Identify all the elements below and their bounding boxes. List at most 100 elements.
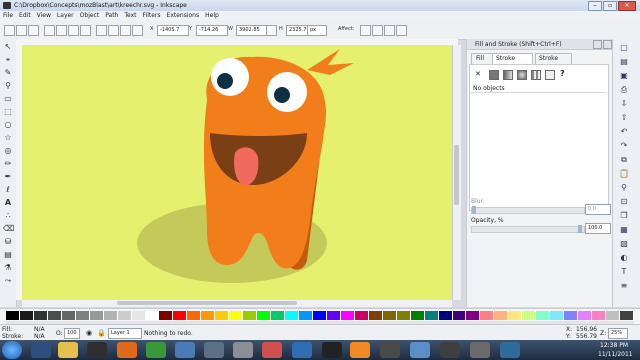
save-icon[interactable]: ▣ (619, 71, 629, 81)
palette-swatch[interactable] (508, 311, 523, 320)
taskbar-media-icon[interactable] (87, 342, 107, 358)
flip-vertical-icon[interactable] (80, 25, 91, 36)
palette-swatch[interactable] (243, 311, 258, 320)
y-field[interactable]: -714.26 (196, 25, 228, 36)
no-paint-icon[interactable]: ✕ (475, 70, 481, 78)
taskbar-app-icon[interactable] (175, 342, 195, 358)
palette-swatch[interactable] (550, 311, 565, 320)
palette-swatch[interactable] (326, 311, 341, 320)
taskbar-firefox-icon[interactable] (117, 342, 137, 358)
3d-box-tool-icon[interactable]: ⬚ (3, 107, 13, 117)
minimize-icon[interactable]: ‒ (588, 1, 602, 11)
radial-gradient-icon[interactable] (517, 70, 527, 80)
pencil-tool-icon[interactable]: ✏ (3, 159, 13, 169)
taskbar-app3-icon[interactable] (233, 342, 253, 358)
vertical-scrollbar[interactable] (452, 45, 461, 300)
taskbar-app4-icon[interactable] (262, 342, 282, 358)
palette-swatch[interactable] (410, 311, 425, 320)
flat-color-icon[interactable] (489, 70, 499, 80)
palette-swatch[interactable] (452, 311, 467, 320)
w-field[interactable]: 3902.85 (236, 25, 268, 36)
menu-object[interactable]: Object (77, 11, 103, 21)
opacity-field[interactable]: 100.0 (585, 223, 611, 234)
palette-swatch[interactable] (103, 311, 118, 320)
pattern-icon[interactable] (531, 70, 541, 80)
palette-swatch[interactable] (438, 311, 453, 320)
blur-slider-handle[interactable] (472, 206, 476, 214)
raise-to-top-icon[interactable] (96, 25, 107, 36)
swatch-icon[interactable] (545, 70, 555, 80)
zoom-tool-icon[interactable]: ⚲ (3, 81, 13, 91)
lower-to-bottom-icon[interactable] (132, 25, 143, 36)
connector-tool-icon[interactable]: ⤳ (3, 276, 13, 286)
menu-filters[interactable]: Filters (140, 11, 164, 21)
palette-swatch[interactable] (173, 311, 188, 320)
palette-swatch[interactable] (299, 311, 313, 320)
copy-icon[interactable]: ⧉ (619, 155, 629, 165)
tweak-tool-icon[interactable]: ✎ (3, 68, 13, 78)
taskbar-app8-icon[interactable] (440, 342, 460, 358)
fill-indicator[interactable]: N/A (34, 326, 45, 333)
text-font-icon[interactable]: T (619, 267, 629, 277)
export-icon[interactable]: ⇧ (619, 113, 629, 123)
lower-icon[interactable] (120, 25, 131, 36)
zoom-selection-icon[interactable]: ⚲ (619, 183, 629, 193)
palette-swatch[interactable] (564, 311, 579, 320)
text-tool-icon[interactable]: A (3, 198, 13, 208)
undo-icon[interactable]: ↶ (619, 127, 629, 137)
palette-swatch[interactable] (592, 311, 606, 320)
node-tool-icon[interactable]: ⌖ (3, 55, 13, 65)
print-icon[interactable]: ⎙ (619, 85, 629, 95)
spiral-tool-icon[interactable]: ◎ (3, 146, 13, 156)
palette-swatch[interactable] (159, 311, 174, 320)
menu-path[interactable]: Path (102, 11, 121, 21)
blur-field[interactable]: 0.0 (585, 204, 611, 215)
selector-tool-icon[interactable]: ↖ (3, 42, 13, 52)
open-icon[interactable]: ▤ (619, 57, 629, 67)
x-field[interactable]: -1405.7 (157, 25, 189, 36)
palette-swatch[interactable] (145, 311, 160, 320)
select-all-layers-icon[interactable] (16, 25, 27, 36)
align-distribute-icon[interactable]: ≡ (619, 281, 629, 291)
affect-stroke-icon[interactable] (360, 25, 371, 36)
affect-pattern-icon[interactable] (396, 25, 407, 36)
vertical-scroll-thumb[interactable] (454, 145, 459, 205)
blur-slider[interactable] (471, 206, 585, 214)
taskbar-ie-icon[interactable] (31, 342, 51, 358)
taskbar-app2-icon[interactable] (204, 342, 224, 358)
taskbar-app9-icon[interactable] (470, 342, 490, 358)
palette-swatch[interactable] (75, 311, 90, 320)
taskbar-explorer-icon[interactable] (58, 342, 78, 358)
palette-swatch[interactable] (619, 311, 634, 320)
palette-swatch[interactable] (215, 311, 230, 320)
deselect-icon[interactable] (28, 25, 39, 36)
calligraphy-tool-icon[interactable]: ℓ (3, 185, 13, 195)
ungroup-icon[interactable]: ▧ (619, 239, 629, 249)
palette-swatch[interactable] (480, 311, 495, 320)
taskbar-app6-icon[interactable] (380, 342, 400, 358)
menu-extensions[interactable]: Extensions (164, 11, 203, 21)
drawing-canvas[interactable] (22, 45, 452, 300)
raise-icon[interactable] (108, 25, 119, 36)
zoom-field[interactable]: 25% (608, 328, 628, 339)
menu-help[interactable]: Help (202, 11, 222, 21)
palette-swatch[interactable] (285, 311, 300, 320)
palette-swatch[interactable] (340, 311, 355, 320)
unit-select[interactable]: px (307, 25, 327, 36)
new-document-icon[interactable]: ▢ (619, 43, 629, 53)
spray-tool-icon[interactable]: ∴ (3, 211, 13, 221)
palette-swatch[interactable] (466, 311, 481, 320)
taskbar-app10-icon[interactable] (500, 342, 520, 358)
horizontal-scrollbar[interactable] (22, 300, 452, 307)
palette-swatch[interactable] (578, 311, 593, 320)
menu-file[interactable]: File (0, 11, 16, 21)
affect-corners-icon[interactable] (372, 25, 383, 36)
pen-tool-icon[interactable]: ✒ (3, 172, 13, 182)
paste-icon[interactable]: 📋 (619, 169, 629, 179)
palette-swatch[interactable] (271, 311, 286, 320)
select-all-icon[interactable] (4, 25, 15, 36)
eraser-tool-icon[interactable]: ⌫ (3, 224, 14, 234)
affect-gradient-icon[interactable] (384, 25, 395, 36)
opacity-slider-handle[interactable] (578, 225, 582, 233)
palette-swatch[interactable] (33, 311, 48, 320)
